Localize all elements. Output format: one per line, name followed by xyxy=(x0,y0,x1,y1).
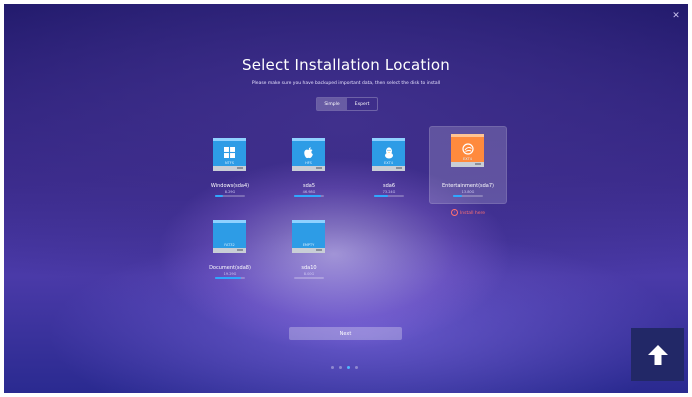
disk-label: Document(sda8) xyxy=(209,265,251,271)
filesystem-label: HFS xyxy=(305,161,312,165)
drive-illustration: EXT4 xyxy=(372,138,405,171)
install-here-hint: ! Install here xyxy=(429,209,507,216)
disk-label: sda6 xyxy=(382,183,396,189)
windows-icon xyxy=(213,147,246,160)
disk-size: 46.98G xyxy=(302,190,316,194)
usage-bar xyxy=(294,277,324,279)
installer-window: ✕ Select Installation Location Please ma… xyxy=(4,4,688,393)
disk-size: 73.24G xyxy=(382,190,396,194)
info-icon: ! xyxy=(450,209,458,216)
filesystem-label: NTFS xyxy=(225,161,234,165)
arrow-up-icon xyxy=(647,344,668,365)
page-subtitle: Please make sure you have backuped impor… xyxy=(251,81,441,86)
drive-illustration: EMPTY xyxy=(292,220,325,253)
disk-item-sda5[interactable]: HFS sda5 46.98G xyxy=(270,132,348,210)
linux-icon xyxy=(372,147,405,161)
tab-simple[interactable]: Simple xyxy=(317,98,347,110)
disk-label: sda5 xyxy=(302,183,316,189)
filesystem-label: EMPTY xyxy=(302,243,315,247)
usage-bar xyxy=(215,277,245,279)
page-title: Select Installation Location xyxy=(242,56,450,74)
mode-switch: Simple Expert xyxy=(316,97,378,111)
drive-illustration: NTFS xyxy=(213,138,246,171)
next-button[interactable]: Next xyxy=(289,327,402,340)
disk-size: 8.29G xyxy=(224,190,236,194)
usage-bar xyxy=(453,195,483,197)
filesystem-label: EXT4 xyxy=(384,161,393,165)
drive-illustration: EXT4 xyxy=(451,134,484,167)
filesystem-label: FAT32 xyxy=(224,243,235,247)
disk-item-sda4[interactable]: NTFS Windows(sda4) 8.29G xyxy=(191,132,269,210)
usage-bar xyxy=(294,195,324,197)
disk-item-sda6[interactable]: EXT4 sda6 73.24G xyxy=(350,132,428,210)
usage-bar xyxy=(374,195,404,197)
disk-size: 19.29G xyxy=(223,272,237,276)
disk-item-sda7[interactable]: EXT4 Entertainment(sda7) 13.80G xyxy=(429,126,507,204)
page-indicator xyxy=(331,366,358,369)
page-dot[interactable] xyxy=(339,366,342,369)
disk-label: Entertainment(sda7) xyxy=(441,183,494,189)
drive-illustration: FAT32 xyxy=(213,220,246,253)
disk-size: 8.00G xyxy=(303,272,315,276)
disk-label: sda10 xyxy=(301,265,317,271)
disk-size: 13.80G xyxy=(461,190,475,194)
page-dot[interactable] xyxy=(347,366,350,369)
tab-expert[interactable]: Expert xyxy=(347,98,377,110)
deepin-icon xyxy=(451,143,484,157)
page-dot[interactable] xyxy=(355,366,358,369)
usage-bar xyxy=(215,195,245,197)
apple-icon xyxy=(292,147,325,161)
scroll-up-button[interactable] xyxy=(631,328,684,381)
disk-item-sda10[interactable]: EMPTY sda10 8.00G xyxy=(270,214,348,292)
close-icon[interactable]: ✕ xyxy=(670,10,682,22)
page-dot[interactable] xyxy=(331,366,334,369)
disk-label: Windows(sda4) xyxy=(210,183,250,189)
drive-illustration: HFS xyxy=(292,138,325,171)
disk-item-sda8[interactable]: FAT32 Document(sda8) 19.29G xyxy=(191,214,269,292)
filesystem-label: EXT4 xyxy=(463,157,472,161)
